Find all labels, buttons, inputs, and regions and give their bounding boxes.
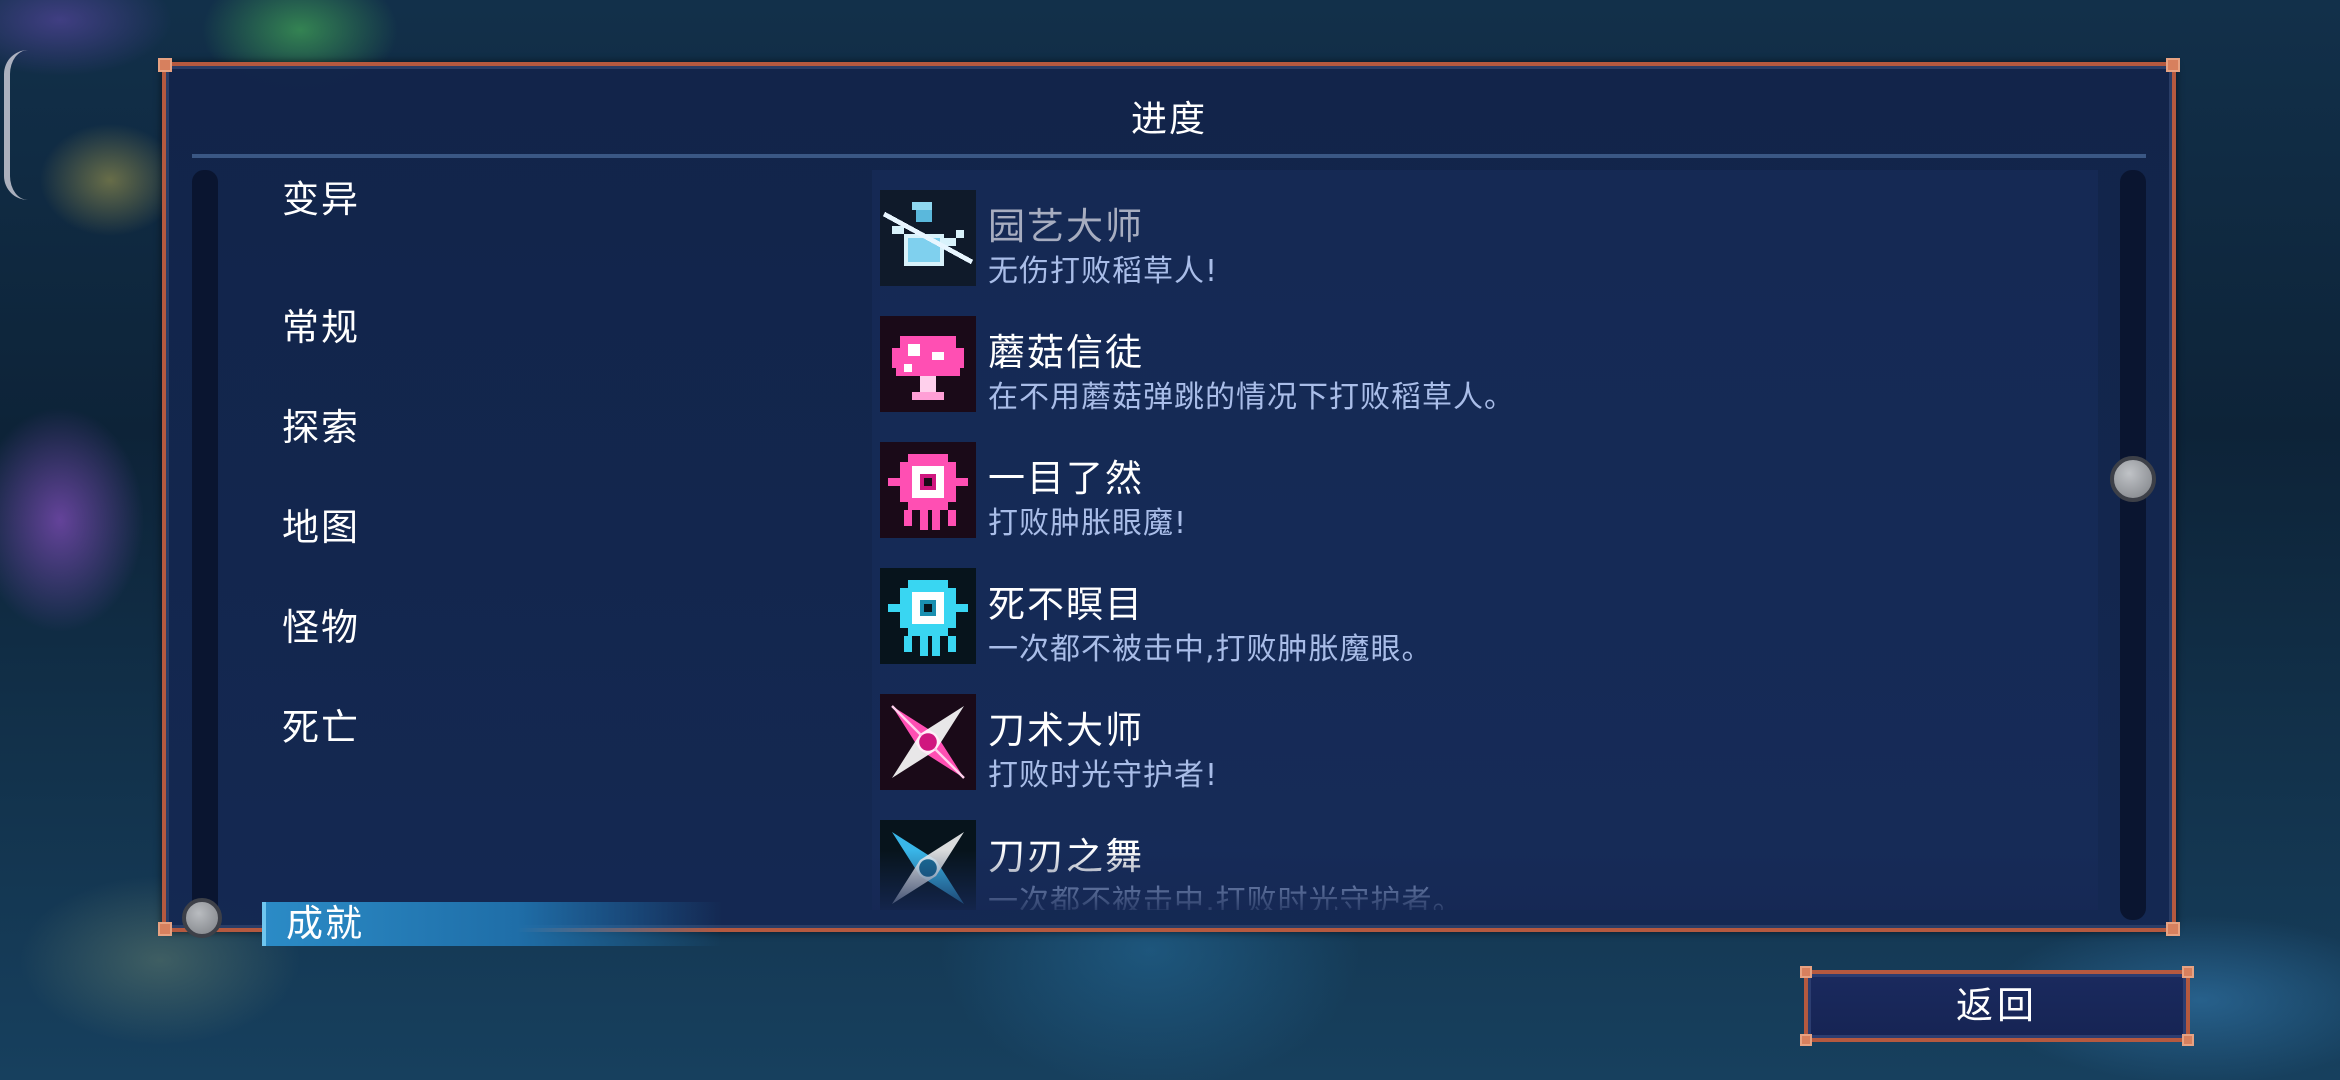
frame-corner xyxy=(2182,966,2194,978)
achievement-name: 刀术大师 xyxy=(988,709,1144,752)
frame-corner xyxy=(158,58,172,72)
cyan-eyeball-monster-icon xyxy=(880,568,976,664)
frame-corner xyxy=(2166,58,2180,72)
category-map[interactable]: 地图 xyxy=(282,504,360,552)
achievement-name: 蘑菇信徒 xyxy=(988,331,1144,374)
achievement-item: 刀术大师 打败时光守护者! xyxy=(872,688,2072,793)
achievement-item: 蘑菇信徒 在不用蘑菇弹跳的情况下打败稻草人。 xyxy=(872,310,2072,415)
progress-panel: 进度 变异 常规 探索 地图 怪物 死亡 成就 园艺大师 无伤打败稻草人! 蘑菇… xyxy=(158,58,2180,946)
achievement-list[interactable]: 园艺大师 无伤打败稻草人! 蘑菇信徒 在不用蘑菇弹跳的情况下打败稻草人。 一目了… xyxy=(872,170,2098,910)
achievement-name: 死不瞑目 xyxy=(988,583,1144,626)
category-scrollbar-knob[interactable] xyxy=(182,898,222,938)
category-achievements[interactable]: 成就 xyxy=(262,902,722,946)
frame-corner xyxy=(158,922,172,936)
frame-corner xyxy=(1800,1034,1812,1046)
category-monsters[interactable]: 怪物 xyxy=(282,604,360,652)
achievement-item: 园艺大师 无伤打败稻草人! xyxy=(872,184,2072,289)
achievement-description: 打败肿胀眼魔! xyxy=(988,506,1188,541)
achievement-description: 一次都不被击中,打败时光守护者。 xyxy=(988,884,1464,910)
frame-corner xyxy=(2166,922,2180,936)
category-exploration[interactable]: 探索 xyxy=(282,404,360,452)
achievement-description: 在不用蘑菇弹跳的情况下打败稻草人。 xyxy=(988,380,1515,415)
background-arc-decoration xyxy=(4,50,28,200)
watering-can-icon xyxy=(880,190,976,286)
achievement-description: 无伤打败稻草人! xyxy=(988,254,1219,289)
achievement-item: 死不瞑目 一次都不被击中,打败肿胀魔眼。 xyxy=(872,562,2072,667)
blue-shuriken-icon xyxy=(880,820,976,910)
title-divider xyxy=(192,154,2146,158)
achievement-scrollbar-knob[interactable] xyxy=(2110,456,2156,502)
achievement-description: 打败时光守护者! xyxy=(988,758,1219,793)
achievement-item: 刀刃之舞 一次都不被击中,打败时光守护者。 xyxy=(872,814,2072,910)
category-general[interactable]: 常规 xyxy=(282,304,360,352)
category-deaths[interactable]: 死亡 xyxy=(282,704,360,752)
pink-shuriken-icon xyxy=(880,694,976,790)
category-mutations[interactable]: 变异 xyxy=(282,176,360,224)
achievement-scrollbar-track[interactable] xyxy=(2120,170,2146,920)
achievement-name: 园艺大师 xyxy=(988,205,1144,248)
panel-title: 进度 xyxy=(1130,99,1207,140)
achievement-description: 一次都不被击中,打败肿胀魔眼。 xyxy=(988,632,1433,667)
frame-corner xyxy=(1800,966,1812,978)
back-button[interactable]: 返回 xyxy=(1800,966,2194,1046)
achievement-name: 一目了然 xyxy=(988,457,1144,500)
category-list: 变异 常规 探索 地图 怪物 死亡 成就 xyxy=(262,176,742,946)
pink-eyeball-monster-icon xyxy=(880,442,976,538)
category-scrollbar-track[interactable] xyxy=(192,170,218,920)
back-button-label: 返回 xyxy=(1956,984,2038,1027)
mushroom-icon xyxy=(880,316,976,412)
achievement-name: 刀刃之舞 xyxy=(988,835,1144,878)
frame-corner xyxy=(2182,1034,2194,1046)
achievement-item: 一目了然 打败肿胀眼魔! xyxy=(872,436,2072,541)
